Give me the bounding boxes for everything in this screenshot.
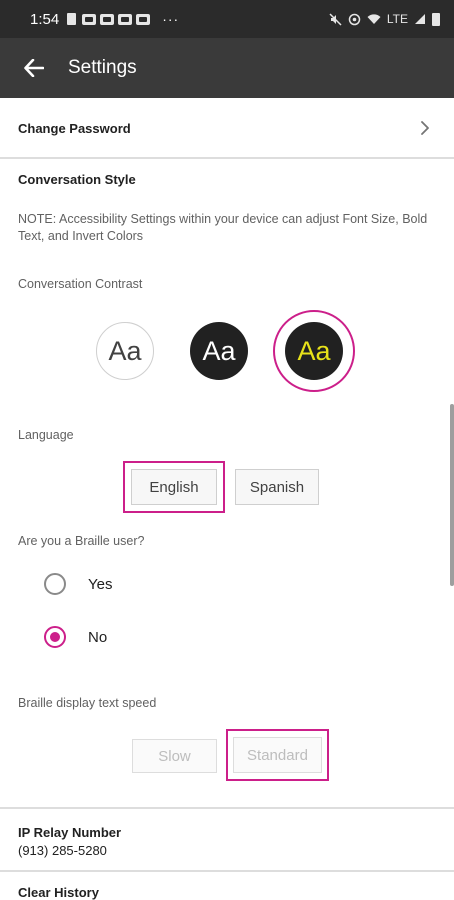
contrast-sample-text: Aa (108, 335, 142, 366)
language-english-label: English (131, 469, 217, 505)
app-bar: Settings (0, 38, 454, 98)
braille-no-option[interactable]: No (44, 626, 107, 648)
radio-checked-icon (44, 626, 66, 648)
conversation-contrast-label: Conversation Contrast (18, 277, 143, 291)
clear-history-label: Clear History (18, 884, 99, 900)
notification-icon (82, 13, 97, 25)
conversation-style-title: Conversation Style (18, 172, 136, 187)
radio-unchecked-icon (44, 573, 66, 595)
ip-relay-title: IP Relay Number (18, 825, 122, 840)
change-password-label: Change Password (18, 120, 131, 136)
speed-slow-button[interactable]: Slow (132, 739, 217, 773)
wifi-icon (367, 14, 381, 24)
speed-standard-label: Standard (233, 737, 322, 773)
hotspot-icon (348, 13, 361, 25)
status-time: 1:54 (30, 10, 60, 28)
braille-yes-label: Yes (88, 575, 113, 593)
chevron-right-icon (421, 121, 429, 135)
back-button[interactable] (0, 38, 68, 98)
page-title: Settings (68, 57, 137, 78)
battery-icon (432, 12, 440, 26)
clear-history-row[interactable]: Clear History (0, 872, 454, 900)
divider (0, 807, 454, 809)
contrast-sample-text: Aa (285, 322, 343, 380)
language-spanish-button[interactable]: Spanish (235, 469, 319, 505)
arrow-back-icon (24, 59, 44, 77)
notification-icon (100, 13, 115, 25)
scrollbar-thumb[interactable] (450, 404, 454, 586)
language-spanish-label: Spanish (235, 469, 319, 505)
braille-question: Are you a Braille user? (18, 534, 145, 548)
contrast-option-dark[interactable]: Aa (190, 322, 248, 380)
speed-slow-label: Slow (132, 739, 217, 773)
system-icons: LTE (329, 12, 440, 26)
mute-icon (329, 12, 342, 26)
braille-no-label: No (88, 628, 108, 646)
lte-indicator: LTE (386, 12, 408, 26)
notification-icons: ··· (67, 11, 179, 27)
more-notifications-icon: ··· (162, 11, 180, 27)
divider (0, 157, 454, 159)
notification-icon (118, 13, 133, 25)
braille-speed-label: Braille display text speed (18, 696, 157, 710)
braille-yes-option[interactable]: Yes (44, 573, 112, 595)
ip-relay-number: (913) 285-5280 (18, 843, 107, 858)
speed-standard-button[interactable]: Standard (226, 729, 329, 781)
signal-icon (415, 14, 425, 24)
language-english-button[interactable]: English (123, 461, 225, 513)
contrast-option-high-contrast[interactable]: Aa (273, 310, 355, 392)
radio-dot (50, 632, 60, 642)
accessibility-note: NOTE: Accessibility Settings within your… (18, 212, 428, 243)
contrast-sample-text: Aa (202, 335, 236, 366)
contrast-option-light[interactable]: Aa (96, 322, 154, 380)
notification-icon (136, 13, 151, 25)
change-password-row[interactable]: Change Password (0, 98, 454, 158)
status-bar: 1:54 ··· LTE (0, 0, 454, 38)
language-label: Language (18, 428, 74, 442)
trash-icon (67, 13, 77, 25)
